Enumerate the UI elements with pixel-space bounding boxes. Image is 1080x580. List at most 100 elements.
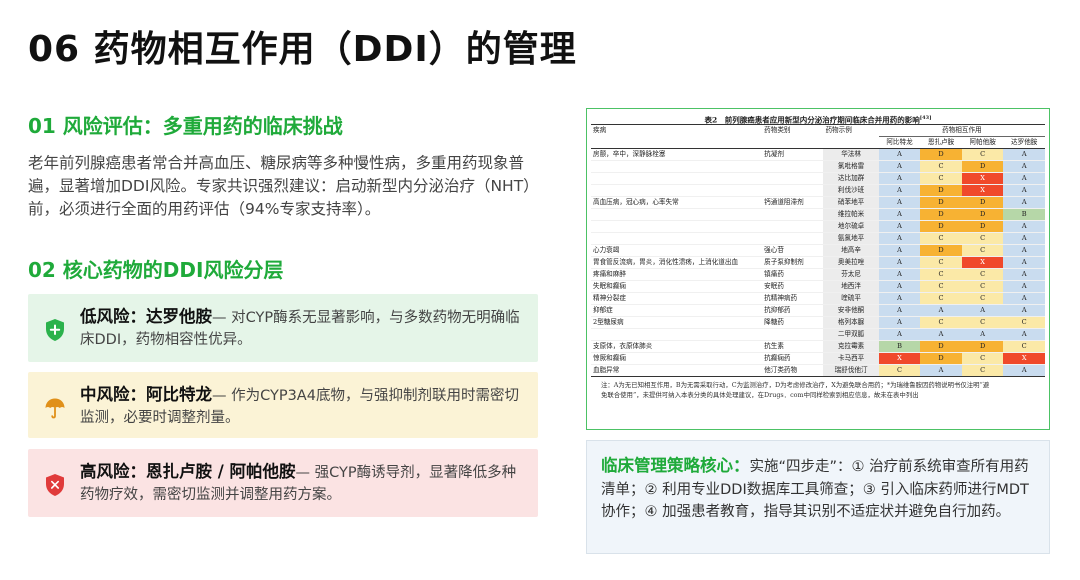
cell-interaction-rating: A	[961, 304, 1004, 317]
section-heading-risk-tiers: 02 核心药物的DDI风险分层	[28, 258, 284, 282]
cell-disease: 心力衰竭	[591, 244, 763, 257]
cell-interaction-rating: A	[878, 148, 921, 161]
cell-interaction-rating: A	[920, 328, 962, 341]
cell-drug-class: 钙通道阻滞剂	[762, 196, 824, 209]
cell-disease	[591, 172, 763, 185]
cell-interaction-rating: C	[920, 160, 962, 173]
cell-interaction-rating: X	[961, 172, 1004, 185]
table-caption-text: 表2 前列腺癌患者应用新型内分泌治疗期间临床合并用药的影响	[704, 115, 920, 125]
cell-interaction-rating: C	[961, 316, 1004, 329]
cell-interaction-rating: A	[1003, 244, 1045, 257]
cell-disease: 胃食管反流病，胃炎，消化性溃疡，上消化道出血	[591, 256, 763, 269]
cell-drug-example: 瑞舒伐他汀	[823, 364, 879, 377]
ddi-table: 疾病 药物类别 药物示例 药物相互作用 阿比特龙 恩扎卢胺 阿帕他胺 达罗他胺 …	[591, 124, 1045, 377]
table-row: 氨氯地平 A C C A	[591, 232, 1045, 245]
cell-interaction-rating: C	[920, 232, 962, 245]
cell-interaction-rating: A	[920, 304, 962, 317]
cell-interaction-rating: A	[878, 232, 921, 245]
cell-drug-example: 地高辛	[823, 244, 879, 257]
cell-interaction-rating: C	[920, 292, 962, 305]
cell-interaction-rating: D	[961, 160, 1004, 173]
cell-drug-class	[762, 184, 824, 197]
cell-interaction-rating: A	[878, 160, 921, 173]
th-interaction-group: 药物相互作用	[878, 124, 1045, 137]
cell-interaction-rating: C	[920, 316, 962, 329]
table-row: 达比加群 A C X A	[591, 172, 1045, 185]
table-row: 高血压病，冠心病，心率失常 钙通道阻滞剂 硝苯地平 A D D A	[591, 196, 1045, 209]
table-row: 失眠和癫痫 安眠药 地西泮 A C C A	[591, 280, 1045, 293]
table-caption-reference: [43]	[919, 115, 932, 121]
cell-interaction-rating: D	[920, 352, 962, 365]
table-caption: 表2 前列腺癌患者应用新型内分泌治疗期间临床合并用药的影响[43]	[591, 112, 1045, 125]
cell-interaction-rating: A	[878, 280, 921, 293]
cell-drug-example: 克拉霉素	[823, 340, 879, 353]
cell-interaction-rating: C	[961, 280, 1004, 293]
cell-interaction-rating: D	[920, 148, 962, 161]
cell-interaction-rating: A	[1003, 184, 1045, 197]
cell-interaction-rating: A	[1003, 364, 1045, 377]
cell-drug-example: 氯吡格雷	[823, 160, 879, 173]
cell-interaction-rating: A	[1003, 220, 1045, 233]
risk-level-label: 低风险：达罗他胺	[80, 307, 212, 326]
cell-interaction-rating: B	[1003, 208, 1045, 221]
cell-disease	[591, 160, 763, 173]
cell-interaction-rating: X	[961, 184, 1004, 197]
cell-drug-example: 安非他酮	[823, 304, 879, 317]
table-row: 心力衰竭 强心苷 地高辛 A D C A	[591, 244, 1045, 257]
cell-interaction-rating: D	[920, 184, 962, 197]
intro-paragraph: 老年前列腺癌患者常合并高血压、糖尿病等多种慢性病，多重用药现象普遍，显著增加DD…	[28, 154, 539, 218]
cell-drug-class	[762, 208, 824, 221]
cell-disease	[591, 232, 763, 245]
cell-interaction-rating: A	[878, 244, 921, 257]
table-row: 精神分裂症 抗精神病药 喹硫平 A C C A	[591, 292, 1045, 305]
cell-drug-class	[762, 160, 824, 173]
cell-drug-class: 强心苷	[762, 244, 824, 257]
cell-interaction-rating: D	[961, 340, 1004, 353]
cell-interaction-rating: A	[1003, 304, 1045, 317]
cell-interaction-rating: A	[1003, 160, 1045, 173]
section-heading-risk-assessment: 01 风险评估：多重用药的临床挑战	[28, 114, 343, 138]
cell-drug-class: 抗生素	[762, 340, 824, 353]
cell-interaction-rating: C	[1003, 340, 1045, 353]
cell-drug-class	[762, 232, 824, 245]
table-footnote: 注：A为无已知相互作用，B为无需采取行动，C为监测治疗，D为考虑修改治疗，X为避…	[591, 377, 1045, 400]
cell-interaction-rating: C	[878, 364, 921, 377]
cell-drug-class: 他汀类药物	[762, 364, 824, 377]
risk-card-high: 高风险：恩扎卢胺 / 阿帕他胺— 强CYP酶诱导剂，显著降低多种药物疗效，需密切…	[28, 449, 538, 517]
cell-drug-class	[762, 328, 824, 341]
cell-interaction-rating: A	[878, 196, 921, 209]
cell-drug-class	[762, 172, 824, 185]
cell-interaction-rating: D	[920, 196, 962, 209]
cell-interaction-rating: C	[961, 232, 1004, 245]
th-enzalutamide: 恩扎卢胺	[920, 136, 962, 149]
ddi-table-body: 房颤，卒中，深静脉栓塞 抗凝剂 华法林 A D C A 氯吡格雷 A C D A 达比加群 A C X A 利伐沙…	[591, 148, 1045, 377]
cell-interaction-rating: A	[1003, 148, 1045, 161]
cell-interaction-rating: A	[1003, 196, 1045, 209]
th-drug-example: 药物示例	[823, 124, 879, 137]
cell-drug-example: 达比加群	[823, 172, 879, 185]
table-row: 抑郁症 抗抑郁药 安非他酮 A A A A	[591, 304, 1045, 317]
cell-interaction-rating: D	[961, 208, 1004, 221]
table-row: 房颤，卒中，深静脉栓塞 抗凝剂 华法林 A D C A	[591, 148, 1045, 161]
table-row: 地尔硫卓 A D D A	[591, 220, 1045, 233]
cell-disease	[591, 328, 763, 341]
table-row: 二甲双胍 A A A A	[591, 328, 1045, 341]
cell-drug-example: 硝苯地平	[823, 196, 879, 209]
cell-disease: 抑郁症	[591, 304, 763, 317]
cell-drug-class: 抗精神病药	[762, 292, 824, 305]
risk-level-label: 中风险：阿比特龙	[80, 385, 212, 404]
table-row: 胃食管反流病，胃炎，消化性溃疡，上消化道出血 质子泵抑制剂 奥美拉唑 A C X A	[591, 256, 1045, 269]
cell-drug-class: 质子泵抑制剂	[762, 256, 824, 269]
cell-disease	[591, 184, 763, 197]
cell-drug-example: 维拉帕米	[823, 208, 879, 221]
cell-interaction-rating: D	[961, 220, 1004, 233]
cell-interaction-rating: C	[961, 268, 1004, 281]
cell-disease: 血脂异常	[591, 364, 763, 377]
cell-interaction-rating: A	[878, 220, 921, 233]
cell-disease	[591, 208, 763, 221]
cell-interaction-rating: D	[961, 196, 1004, 209]
cell-interaction-rating: A	[1003, 268, 1045, 281]
cell-interaction-rating: C	[961, 148, 1004, 161]
cell-interaction-rating: A	[1003, 328, 1045, 341]
cell-disease: 精神分裂症	[591, 292, 763, 305]
